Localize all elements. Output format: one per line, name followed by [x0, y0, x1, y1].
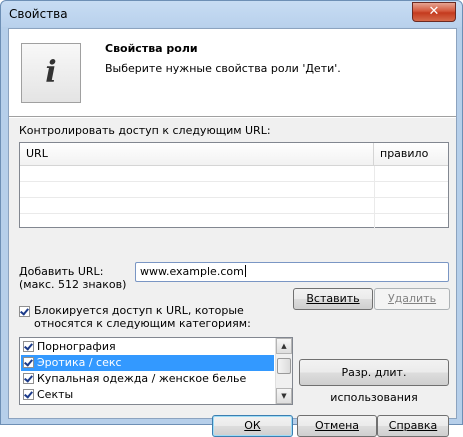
block-label-line2: относятся к следующим категориям: [34, 317, 251, 330]
add-url-label: Добавить URL: [19, 265, 104, 278]
info-icon: i [21, 43, 81, 103]
add-url-hint: (макс. 512 знаков) [19, 278, 127, 291]
ok-button[interactable]: ОК [212, 415, 293, 437]
cancel-button[interactable]: Отмена [297, 415, 377, 437]
scroll-up-icon[interactable]: ▲ [276, 338, 292, 354]
list-row [20, 214, 448, 229]
category-label: Порнография [37, 340, 116, 353]
insert-button[interactable]: Вставить [293, 288, 373, 310]
list-row [20, 182, 448, 198]
list-item[interactable]: Эротика / секс [21, 355, 274, 371]
category-label: Эротика / секс [37, 356, 122, 369]
dialog-window: Свойства ✕ i Свойства роли Выберите нужн… [0, 0, 463, 437]
delete-button[interactable]: Удалить [374, 288, 450, 310]
column-header-url[interactable]: URL [20, 143, 374, 165]
help-button-label: Справка [388, 419, 438, 432]
list-item[interactable]: Порнография [21, 339, 274, 355]
dialog-client: i Свойства роли Выберите нужные свойства… [8, 28, 457, 437]
block-categories-checkbox[interactable] [19, 306, 30, 317]
scroll-thumb[interactable] [277, 358, 291, 374]
ok-button-label: ОК [244, 419, 261, 432]
category-checkbox[interactable] [23, 357, 34, 368]
header-subtitle: Выберите нужные свойства роли 'Дети'. [105, 62, 341, 75]
insert-button-label: Вставить [306, 292, 360, 305]
category-label: Купальная одежда / женское белье [37, 372, 247, 385]
category-checkbox[interactable] [23, 341, 34, 352]
url-input[interactable]: www.example.com [135, 262, 449, 282]
scroll-down-icon[interactable]: ▼ [276, 388, 292, 404]
url-list-header: URL правило [20, 143, 448, 166]
url-input-value: www.example.com [140, 265, 244, 278]
block-label-line1: Блокируется доступ к URL, которые [34, 304, 244, 317]
help-button[interactable]: Справка [377, 415, 449, 437]
dialog-header: i Свойства роли Выберите нужные свойства… [9, 29, 456, 116]
category-label: Секты [37, 388, 74, 401]
column-header-rule[interactable]: правило [374, 143, 448, 165]
category-list[interactable]: Порнография Эротика / секс Купальная оде… [19, 337, 293, 405]
cancel-button-label: Отмена [314, 419, 360, 432]
title-bar[interactable]: Свойства ✕ [1, 1, 462, 28]
list-item[interactable]: Купальная одежда / женское белье [21, 371, 274, 387]
url-section-label: Контролировать доступ к следующим URL: [19, 124, 271, 137]
list-row [20, 198, 448, 214]
category-scrollbar[interactable]: ▲ ▼ [275, 338, 292, 404]
usage-time-button[interactable]: Разр. длит. использования [299, 359, 449, 404]
close-icon[interactable]: ✕ [412, 2, 456, 22]
url-list[interactable]: URL правило [19, 142, 449, 229]
dialog-body: Контролировать доступ к следующим URL: U… [9, 118, 456, 437]
category-checkbox[interactable] [23, 373, 34, 384]
window-title: Свойства [9, 7, 68, 21]
category-checkbox[interactable] [23, 389, 34, 400]
list-row [20, 166, 448, 182]
list-item[interactable]: Секты [21, 387, 274, 403]
delete-button-label: Удалить [387, 292, 437, 305]
header-title: Свойства роли [105, 42, 198, 55]
